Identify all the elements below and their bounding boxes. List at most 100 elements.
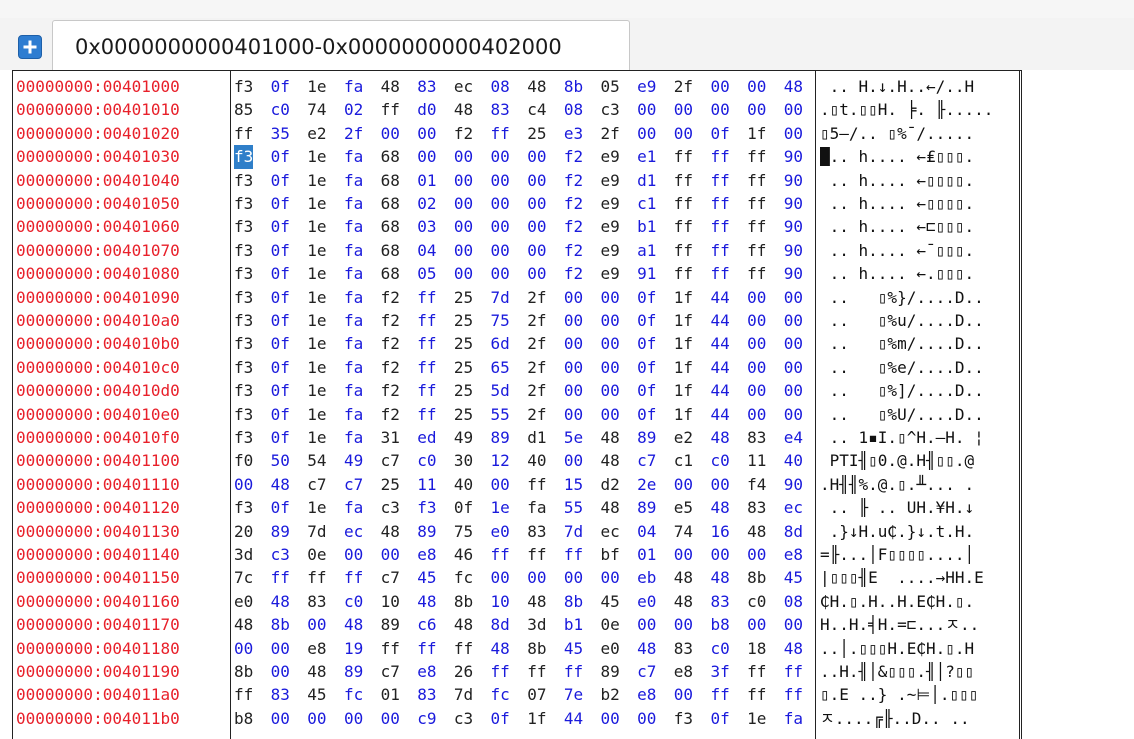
hex-byte[interactable]: f2 (381, 379, 400, 402)
hex-byte[interactable]: 00 (710, 98, 729, 121)
hex-byte[interactable]: c7 (381, 449, 400, 472)
hex-byte[interactable]: 00 (344, 543, 363, 566)
hex-byte[interactable]: 90 (784, 145, 803, 168)
row-ascii[interactable]: .. h.... ←▯▯▯▯. (820, 169, 1020, 192)
hex-byte[interactable]: 90 (784, 262, 803, 285)
hex-byte[interactable]: 1f (747, 122, 766, 145)
hex-byte[interactable]: 46 (454, 543, 473, 566)
hex-byte[interactable]: 0f (271, 379, 290, 402)
hex-byte[interactable]: 08 (784, 590, 803, 613)
hex-byte[interactable]: b8 (234, 707, 253, 730)
hex-byte[interactable]: 00 (381, 122, 400, 145)
hex-byte[interactable]: 00 (637, 98, 656, 121)
hex-byte[interactable]: f3 (234, 192, 253, 215)
hex-byte[interactable]: ff (710, 192, 729, 215)
hex-byte[interactable]: 0f (454, 496, 473, 519)
hex-byte[interactable]: bf (601, 543, 620, 566)
row-ascii[interactable]: .. ▯%u/....D.. (820, 309, 1020, 332)
hex-byte[interactable]: 1f (527, 707, 546, 730)
hex-byte[interactable]: 3d (527, 613, 546, 636)
hex-byte[interactable]: f3 (234, 332, 253, 355)
hex-byte[interactable]: 0e (601, 613, 620, 636)
hex-byte[interactable]: 00 (637, 122, 656, 145)
hex-byte[interactable]: 00 (747, 75, 766, 98)
hex-byte[interactable]: ff (747, 262, 766, 285)
row-ascii[interactable]: .. h.... ←▯▯▯▯. (820, 192, 1020, 215)
hex-byte[interactable]: f2 (381, 332, 400, 355)
hex-byte[interactable]: 49 (454, 426, 473, 449)
hex-byte[interactable]: c0 (271, 98, 290, 121)
hex-byte[interactable]: f3 (234, 286, 253, 309)
hex-byte[interactable]: 1e (307, 145, 326, 168)
hex-byte[interactable]: 89 (417, 520, 436, 543)
hex-byte[interactable]: fc (344, 683, 363, 706)
hex-byte[interactable]: 48 (710, 496, 729, 519)
hex-byte[interactable]: ed (417, 426, 436, 449)
hex-byte[interactable]: 89 (381, 613, 400, 636)
hex-byte[interactable]: f4 (747, 473, 766, 496)
hex-byte[interactable]: 00 (601, 379, 620, 402)
hex-byte[interactable]: 25 (454, 286, 473, 309)
hex-byte[interactable]: f2 (454, 122, 473, 145)
hex-byte[interactable]: 2f (527, 309, 546, 332)
hex-byte[interactable]: ff (710, 262, 729, 285)
hex-byte[interactable]: 00 (747, 613, 766, 636)
hex-byte[interactable]: f0 (234, 449, 253, 472)
hex-byte[interactable]: 48 (381, 75, 400, 98)
hex-byte[interactable]: 74 (674, 520, 693, 543)
hex-byte[interactable]: ec (344, 520, 363, 543)
hex-byte[interactable]: 00 (234, 637, 253, 660)
hex-byte[interactable]: 48 (417, 590, 436, 613)
row-ascii[interactable]: ▯.E ..} .~⊨│.▯▯▯ (820, 683, 1020, 706)
hex-byte[interactable]: 00 (527, 145, 546, 168)
hex-byte[interactable]: 08 (564, 98, 583, 121)
hex-byte[interactable]: 8d (784, 520, 803, 543)
hex-byte[interactable]: 0f (271, 496, 290, 519)
hex-byte[interactable]: f3 (234, 239, 253, 262)
hex-byte[interactable]: 83 (417, 683, 436, 706)
hex-byte[interactable]: 00 (674, 122, 693, 145)
hex-byte[interactable]: 04 (417, 239, 436, 262)
hex-byte[interactable]: 0f (637, 379, 656, 402)
hex-byte[interactable]: c7 (307, 473, 326, 496)
hex-byte[interactable]: 45 (564, 637, 583, 660)
hex-byte[interactable]: 2f (527, 286, 546, 309)
hex-byte[interactable]: d1 (637, 169, 656, 192)
hex-byte[interactable]: ff (564, 660, 583, 683)
hex-byte[interactable]: 20 (234, 520, 253, 543)
hex-byte[interactable]: 44 (710, 403, 729, 426)
hex-byte[interactable]: fa (344, 403, 363, 426)
hex-byte[interactable]: fa (344, 215, 363, 238)
hex-byte[interactable]: 01 (637, 543, 656, 566)
hex-byte[interactable]: 89 (601, 660, 620, 683)
hex-byte[interactable]: 1e (307, 332, 326, 355)
hex-byte[interactable]: 00 (271, 637, 290, 660)
hex-byte[interactable]: f2 (381, 356, 400, 379)
row-ascii[interactable]: .. H.↓.H..←/..H (820, 75, 1020, 98)
hex-byte[interactable]: 45 (307, 683, 326, 706)
hex-byte[interactable]: e8 (784, 543, 803, 566)
hex-byte[interactable]: e0 (637, 590, 656, 613)
hex-byte[interactable]: 25 (454, 403, 473, 426)
hex-byte[interactable]: 05 (417, 262, 436, 285)
hex-byte[interactable]: 0f (271, 332, 290, 355)
hex-byte[interactable]: c3 (271, 543, 290, 566)
hex-byte[interactable]: 89 (491, 426, 510, 449)
hex-byte[interactable]: 0f (271, 262, 290, 285)
hex-byte[interactable]: 48 (601, 426, 620, 449)
row-ascii[interactable]: .▯t.▯▯H. ╞. ╟..... (820, 98, 1020, 121)
hex-byte[interactable]: fa (344, 332, 363, 355)
hex-byte[interactable]: 0f (271, 145, 290, 168)
hex-byte[interactable]: e0 (601, 637, 620, 660)
hex-byte[interactable]: 2f (674, 75, 693, 98)
hex-byte[interactable]: fa (344, 239, 363, 262)
hex-byte[interactable]: 10 (381, 590, 400, 613)
hex-byte[interactable]: 00 (747, 356, 766, 379)
hex-byte[interactable]: 90 (784, 215, 803, 238)
hex-byte[interactable]: 1f (674, 309, 693, 332)
hex-byte[interactable]: e2 (674, 426, 693, 449)
hex-byte[interactable]: 48 (491, 637, 510, 660)
hex-byte[interactable]: 01 (417, 169, 436, 192)
hex-byte[interactable]: ff (710, 169, 729, 192)
hex-byte[interactable]: 25 (454, 356, 473, 379)
